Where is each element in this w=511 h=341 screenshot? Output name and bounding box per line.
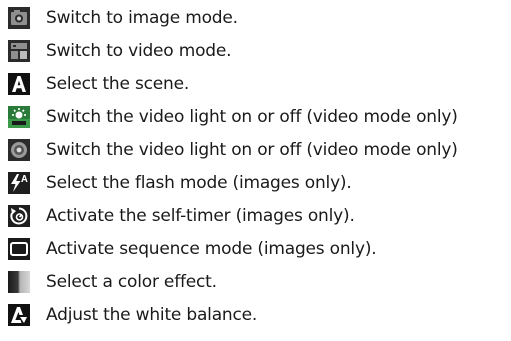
- list-item-label: Switch the video light on or off (video …: [46, 140, 458, 160]
- list-item-label: Switch to image mode.: [46, 8, 238, 28]
- sequence-mode-icon: [8, 238, 30, 260]
- video-light-round-icon: [8, 139, 30, 161]
- camera-toolbar-legend: Switch to image mode. Switch to video mo…: [0, 0, 511, 341]
- list-item-label: Select a color effect.: [46, 272, 217, 292]
- list-item: Adjust the white balance.: [0, 300, 511, 330]
- list-item: Switch the video light on or off (video …: [0, 102, 511, 132]
- list-item-label: Switch to video mode.: [46, 41, 232, 61]
- list-item-label: Select the scene.: [46, 74, 190, 94]
- list-item-label: Switch the video light on or off (video …: [46, 107, 458, 127]
- camera-image-mode-icon: [8, 7, 30, 29]
- list-item: Activate sequence mode (images only).: [0, 234, 511, 264]
- video-light-icon: [8, 106, 30, 128]
- list-item: Switch to image mode.: [0, 3, 511, 33]
- self-timer-icon: [8, 205, 30, 227]
- list-item: Activate the self-timer (images only).: [0, 201, 511, 231]
- list-item: Switch the video light on or off (video …: [0, 135, 511, 165]
- flash-auto-icon: [8, 172, 30, 194]
- list-item-label: Select the flash mode (images only).: [46, 173, 352, 193]
- list-item: Select the flash mode (images only).: [0, 168, 511, 198]
- list-item-label: Adjust the white balance.: [46, 305, 258, 325]
- white-balance-icon: [8, 304, 30, 326]
- list-item-label: Activate sequence mode (images only).: [46, 239, 377, 259]
- color-effect-icon: [8, 271, 30, 293]
- list-item: Switch to video mode.: [0, 36, 511, 66]
- scene-icon: [8, 73, 30, 95]
- list-item: Select a color effect.: [0, 267, 511, 297]
- list-item-label: Activate the self-timer (images only).: [46, 206, 355, 226]
- video-mode-icon: [8, 40, 30, 62]
- list-item: Select the scene.: [0, 69, 511, 99]
